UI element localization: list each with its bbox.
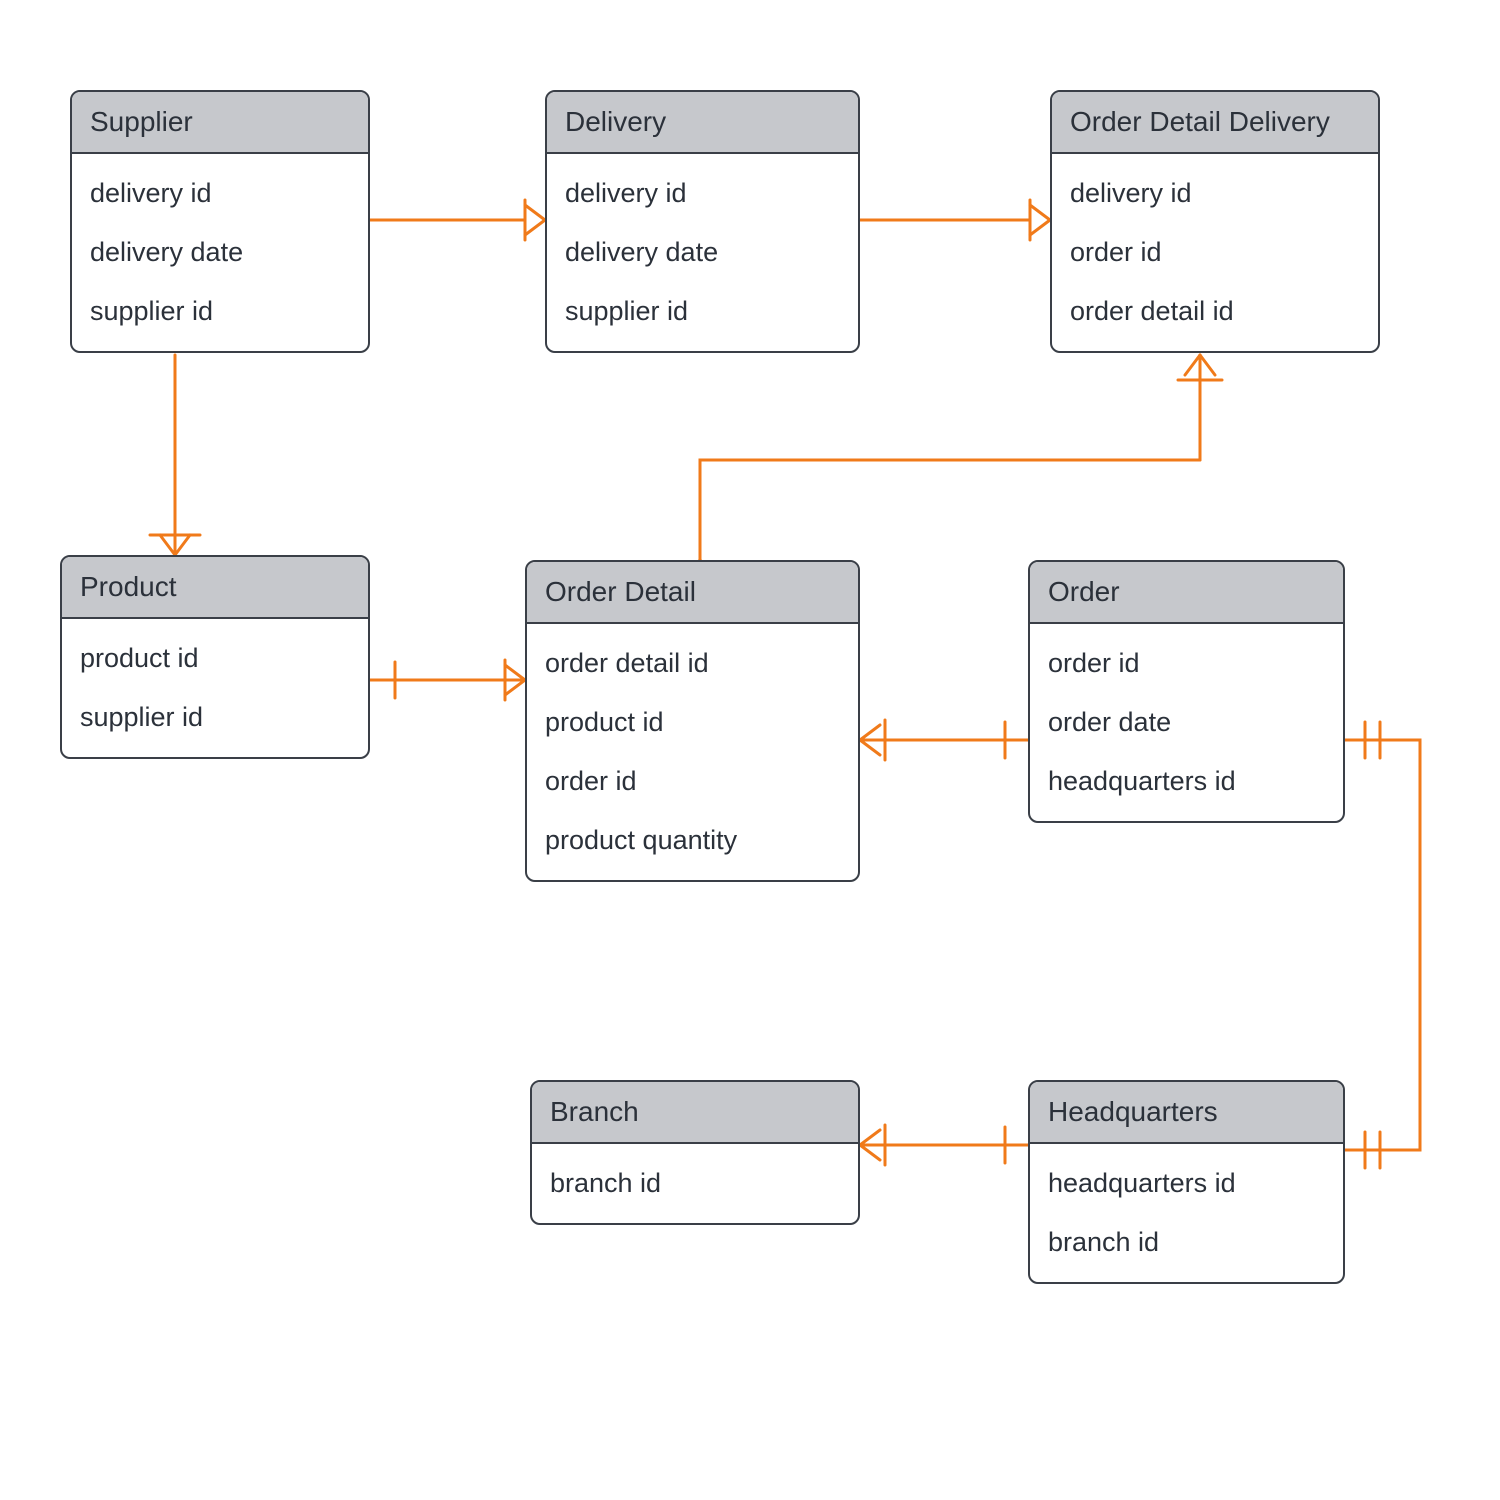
entity-title: Supplier <box>72 92 368 154</box>
entity-attribute: branch id <box>550 1154 840 1213</box>
entity-attribute: branch id <box>1048 1213 1325 1272</box>
er-diagram-canvas: Supplier delivery id delivery date suppl… <box>0 0 1500 1500</box>
entity-attribute: delivery date <box>565 223 840 282</box>
entity-title: Branch <box>532 1082 858 1144</box>
entity-order-detail-delivery[interactable]: Order Detail Delivery delivery id order … <box>1050 90 1380 353</box>
entity-title: Product <box>62 557 368 619</box>
entity-attribute: delivery id <box>90 164 350 223</box>
entity-attribute: product id <box>80 629 350 688</box>
entity-attribute: headquarters id <box>1048 1154 1325 1213</box>
entity-product[interactable]: Product product id supplier id <box>60 555 370 759</box>
entity-title: Headquarters <box>1030 1082 1343 1144</box>
entity-order[interactable]: Order order id order date headquarters i… <box>1028 560 1345 823</box>
entity-attribute: supplier id <box>565 282 840 341</box>
entity-title: Order <box>1030 562 1343 624</box>
entity-title: Order Detail <box>527 562 858 624</box>
entity-title: Order Detail Delivery <box>1052 92 1378 154</box>
entity-attribute: order detail id <box>545 634 840 693</box>
entity-supplier[interactable]: Supplier delivery id delivery date suppl… <box>70 90 370 353</box>
entity-attribute: order date <box>1048 693 1325 752</box>
entity-attribute: supplier id <box>80 688 350 747</box>
entity-attribute: delivery id <box>1070 164 1360 223</box>
entity-branch[interactable]: Branch branch id <box>530 1080 860 1225</box>
entity-delivery[interactable]: Delivery delivery id delivery date suppl… <box>545 90 860 353</box>
entity-attribute: product quantity <box>545 811 840 870</box>
entity-attribute: supplier id <box>90 282 350 341</box>
entity-attribute: product id <box>545 693 840 752</box>
entity-attribute: order detail id <box>1070 282 1360 341</box>
entity-attribute: headquarters id <box>1048 752 1325 811</box>
entity-attribute: delivery id <box>565 164 840 223</box>
entity-attribute: order id <box>1070 223 1360 282</box>
entity-attribute: order id <box>545 752 840 811</box>
entity-attribute: delivery date <box>90 223 350 282</box>
entity-headquarters[interactable]: Headquarters headquarters id branch id <box>1028 1080 1345 1284</box>
entity-title: Delivery <box>547 92 858 154</box>
entity-order-detail[interactable]: Order Detail order detail id product id … <box>525 560 860 882</box>
entity-attribute: order id <box>1048 634 1325 693</box>
